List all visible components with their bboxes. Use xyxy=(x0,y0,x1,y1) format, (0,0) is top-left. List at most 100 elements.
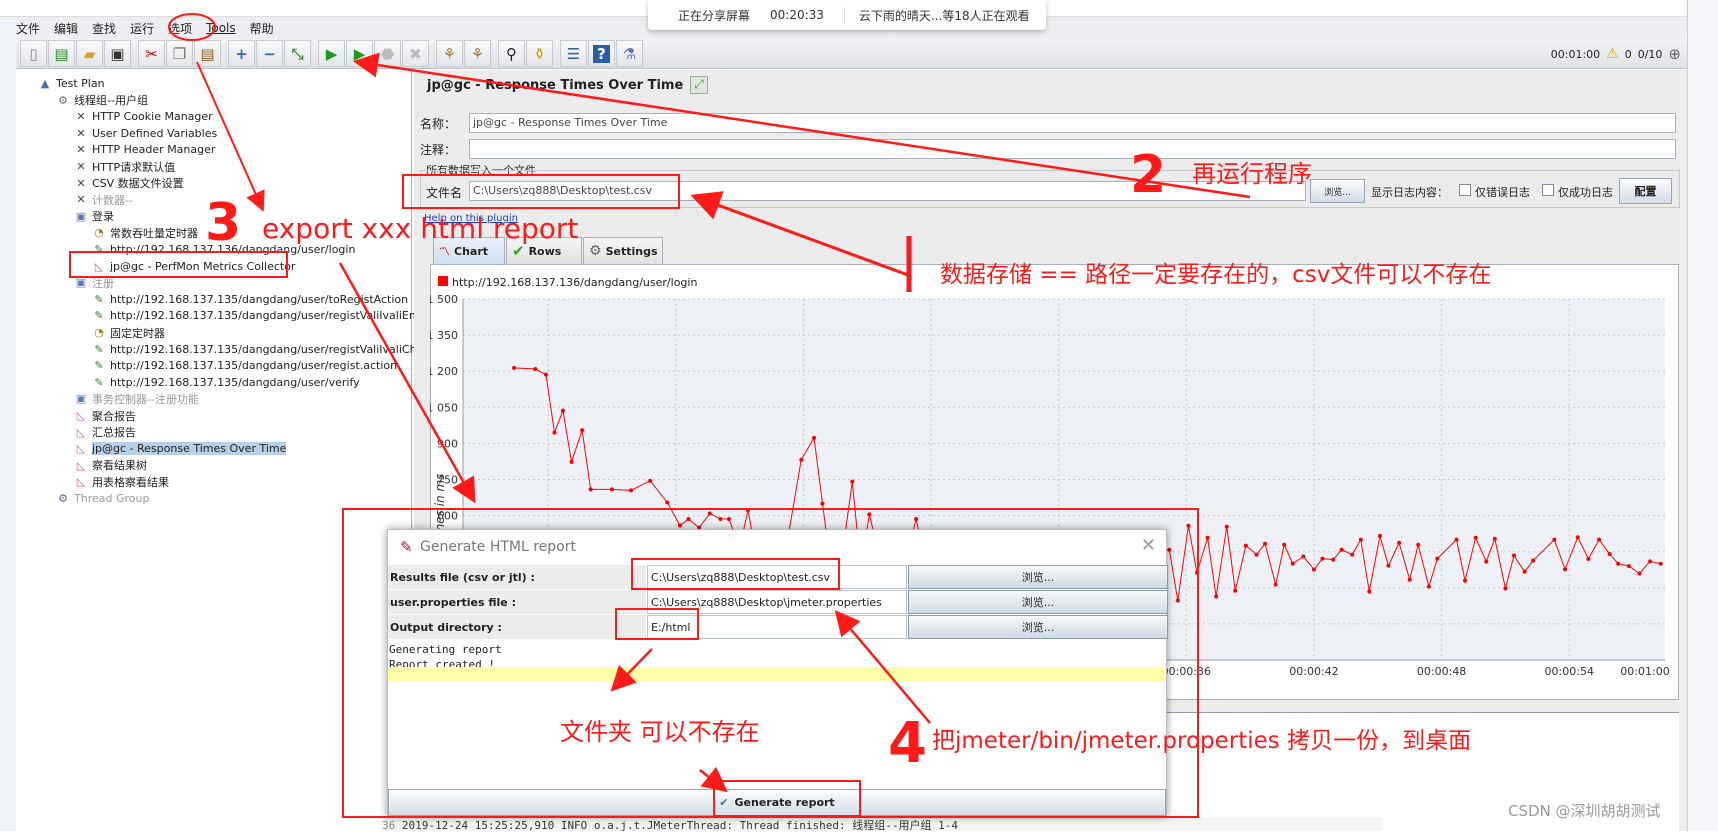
open-button[interactable]: ▰ xyxy=(76,40,103,67)
tree-item[interactable]: ✎ http://192.168.137.135/dangdang/user/re… xyxy=(92,307,432,324)
filename-input[interactable]: C:\Users\zq888\Desktop\test.csv xyxy=(469,181,1306,201)
tree-item[interactable]: ◔ 常数吞吐量定时器 xyxy=(92,224,198,241)
data-point xyxy=(1224,524,1229,529)
sampler-icon: ✎ xyxy=(94,375,104,389)
tree-item[interactable]: ▣ 注册 xyxy=(74,274,114,291)
tree-item[interactable]: ⚙ Thread Group xyxy=(56,490,149,507)
timer-icon: ◔ xyxy=(94,326,104,339)
sampler-icon: ✎ xyxy=(94,243,104,256)
y-tick-label: 900 xyxy=(437,437,458,450)
reset-search-button[interactable]: ⚱ xyxy=(526,40,553,67)
user-properties-input[interactable]: C:\Users\zq888\Desktop\jmeter.properties xyxy=(647,590,907,614)
output-directory-browse-button[interactable]: 浏览... xyxy=(908,615,1168,639)
collapse-button[interactable]: − xyxy=(256,40,283,67)
tree-item[interactable]: ◺ 察看结果树 xyxy=(74,457,147,474)
remote-button[interactable]: ⚗ xyxy=(616,40,643,67)
close-icon[interactable]: ✕ xyxy=(1141,535,1156,556)
tab-rows[interactable]: ✔ Rows xyxy=(506,237,582,264)
tree-item[interactable]: ⚙ 线程组--用户组 xyxy=(56,92,148,109)
tree-item-label: 察看结果树 xyxy=(92,459,147,473)
warning-count: 0 xyxy=(1624,47,1632,61)
name-input[interactable]: jp@gc - Response Times Over Time xyxy=(469,113,1676,133)
comment-input[interactable] xyxy=(469,139,1676,159)
data-point xyxy=(1616,561,1621,566)
tree-item-label: 登录 xyxy=(92,210,114,224)
tree-item[interactable]: ◺ 汇总报告 xyxy=(74,424,136,441)
tree-item[interactable]: ▲ Test Plan xyxy=(38,75,105,92)
menu-run[interactable]: 运行 xyxy=(130,20,154,37)
tree-item[interactable]: ✕ 计数器-- xyxy=(74,191,133,208)
data-point xyxy=(1637,571,1642,576)
shutdown-button[interactable]: ✖ xyxy=(402,40,429,67)
clear-all-button[interactable]: ⚘ xyxy=(464,40,491,67)
results-file-input[interactable]: C:\Users\zq888\Desktop\test.csv xyxy=(647,565,907,589)
results-file-browse-button[interactable]: 浏览... xyxy=(908,565,1168,589)
menu-file[interactable]: 文件 xyxy=(16,20,40,37)
tree-item[interactable]: ◺ 聚合报告 xyxy=(74,407,136,424)
generate-report-button[interactable]: ✔ Generate report xyxy=(388,789,1166,816)
tree-item[interactable]: ✎ http://192.168.137.135/dangdang/user/re… xyxy=(92,341,464,358)
data-point xyxy=(1473,535,1478,540)
errors-only-checkbox[interactable] xyxy=(1459,184,1471,196)
cut-button[interactable]: ✂ xyxy=(138,40,165,67)
tree-item[interactable]: ▣ 事务控制器--注册功能 xyxy=(74,390,199,407)
tree-item[interactable]: ✕ User Defined Variables xyxy=(74,125,217,142)
expand-button[interactable]: + xyxy=(228,40,255,67)
tree-item[interactable]: ◺ jp@gc - Response Times Over Time xyxy=(74,440,287,457)
help-link[interactable]: Help on this plugin xyxy=(424,213,518,224)
tree-item-label: http://192.168.137.135/dangdang/user/toR… xyxy=(110,292,409,306)
new-button[interactable]: ▯ xyxy=(20,40,47,67)
toggle-button[interactable]: ⤡ xyxy=(284,40,311,67)
tree-item[interactable]: ✕ HTTP Header Manager xyxy=(74,141,215,158)
maximize-icon[interactable]: ⤢ xyxy=(690,76,708,94)
data-point xyxy=(1339,547,1344,552)
search-button[interactable]: ⚲ xyxy=(498,40,525,67)
report-log-area[interactable]: Generating report Report created ! xyxy=(388,641,1166,789)
function-helper-button[interactable]: ☰ xyxy=(560,40,587,67)
tree-item[interactable]: ▣ 登录 xyxy=(74,208,114,225)
browse-button[interactable]: 浏览... xyxy=(1310,179,1365,203)
success-only-checkbox[interactable] xyxy=(1542,184,1554,196)
wrench-icon: ✕ xyxy=(76,193,86,207)
tab-chart[interactable]: 〽 Chart xyxy=(433,237,505,264)
templates-button[interactable]: ▤ xyxy=(48,40,75,67)
user-properties-label: user.properties file : xyxy=(388,590,646,614)
x-tick-label: 00:00:42 xyxy=(1289,665,1338,678)
stop-button[interactable]: ⬣ xyxy=(374,40,401,67)
menu-help[interactable]: 帮助 xyxy=(250,20,274,37)
save-button[interactable]: ▣ xyxy=(104,40,131,67)
paste-button[interactable]: ▤ xyxy=(194,40,221,67)
help-button[interactable]: ? xyxy=(588,40,615,67)
test-plan-icon: ▲ xyxy=(40,77,50,90)
start-icon: ▶ xyxy=(325,44,338,63)
tree-item[interactable]: ✕ CSV 数据文件设置 xyxy=(74,175,183,192)
tree-item-label: 事务控制器--注册功能 xyxy=(92,392,199,406)
start-button[interactable]: ▶ xyxy=(318,40,345,67)
configure-button[interactable]: 配置 xyxy=(1619,178,1672,204)
menu-edit[interactable]: 编辑 xyxy=(54,20,78,37)
tree-item-label: 计数器-- xyxy=(92,193,133,207)
y-tick-label: 1 500 xyxy=(430,293,458,306)
tree-item[interactable]: ◺ jp@gc - PerfMon Metrics Collector xyxy=(92,258,296,275)
tree-item[interactable]: ◔ 固定定时器 xyxy=(92,324,165,341)
output-directory-input[interactable]: E:/html xyxy=(647,615,907,639)
tree-item[interactable]: ✎ http://192.168.137.135/dangdang/user/re… xyxy=(92,357,397,374)
tree-item[interactable]: ✎ http://192.168.137.136/dangdang/user/lo… xyxy=(92,241,355,258)
tree-item[interactable]: ✕ HTTP请求默认值 xyxy=(74,158,175,175)
user-properties-browse-button[interactable]: 浏览... xyxy=(908,590,1168,614)
tree-item[interactable]: ◺ 用表格察看结果 xyxy=(74,473,169,490)
x-tick-label: 00:00:54 xyxy=(1545,665,1594,678)
data-point xyxy=(1194,570,1199,575)
tree-item[interactable]: ✎ http://192.168.137.135/dangdang/user/to… xyxy=(92,291,408,308)
tree-item[interactable]: ✎ http://192.168.137.135/dangdang/user/ve… xyxy=(92,374,359,391)
start-no-pause-button[interactable]: ▶ xyxy=(346,40,373,67)
tree-item-label: 注册 xyxy=(92,276,114,290)
clear-button[interactable]: ⚘ xyxy=(436,40,463,67)
menu-tools[interactable]: Tools xyxy=(206,21,236,35)
copy-button[interactable]: ❐ xyxy=(166,40,193,67)
tree-item[interactable]: ✕ HTTP Cookie Manager xyxy=(74,108,212,125)
menu-search[interactable]: 查找 xyxy=(92,20,116,37)
warning-icon[interactable]: ⚠ xyxy=(1606,46,1619,62)
tab-settings[interactable]: ⚙ Settings xyxy=(583,237,663,264)
menu-options[interactable]: 选项 xyxy=(168,20,192,37)
